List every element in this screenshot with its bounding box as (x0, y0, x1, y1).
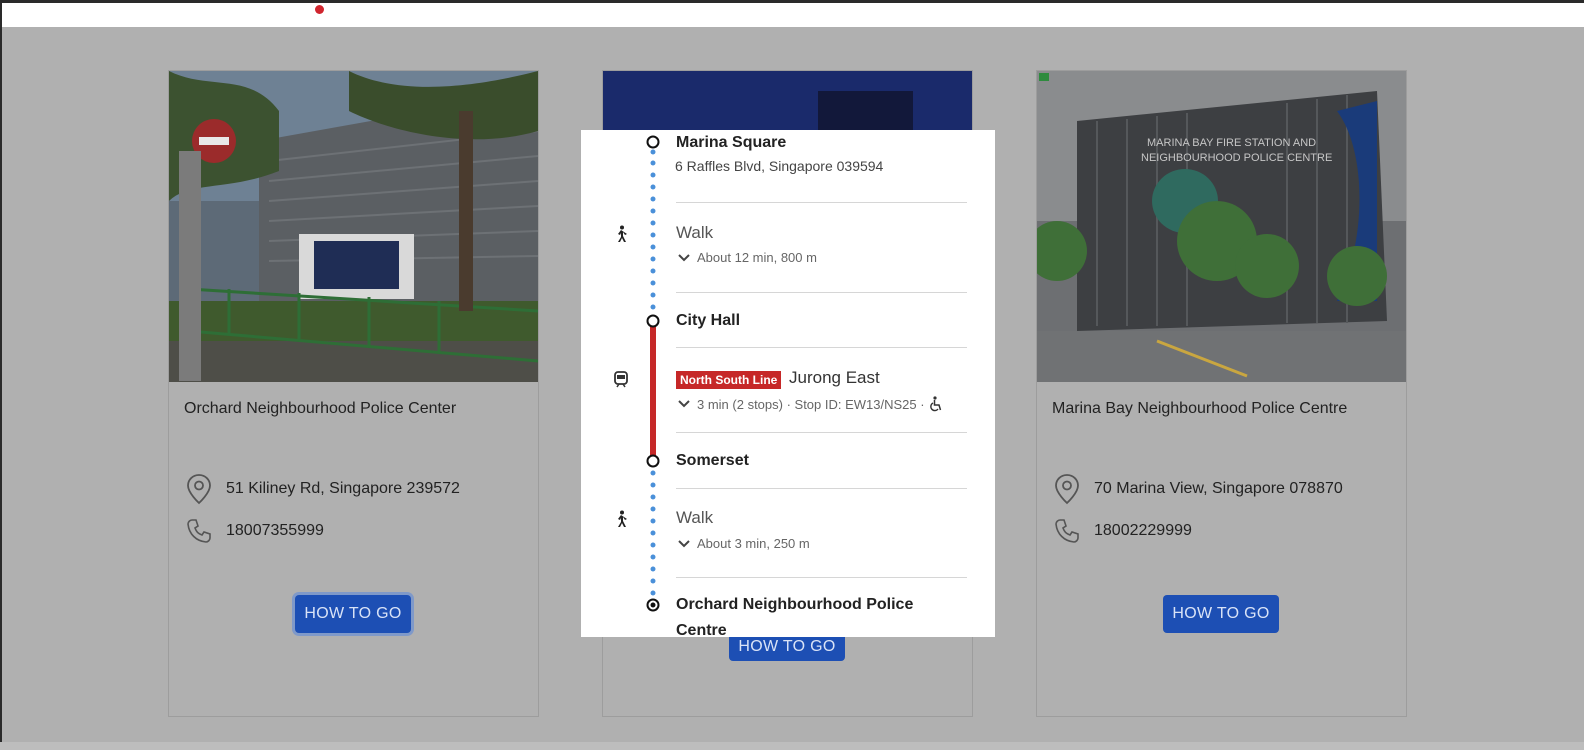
marina-bay-police-photo: MARINA BAY FIRE STATION AND NEIGHBOURHOO… (1037, 71, 1406, 382)
phone-row: 18002229999 (1054, 515, 1192, 547)
walk-detail-toggle[interactable]: About 12 min, 800 m (677, 250, 817, 265)
origin-name: Marina Square (676, 134, 787, 151)
location-pin-icon (1054, 473, 1082, 505)
phone-icon (1054, 515, 1082, 547)
address-text: 51 Kiliney Rd, Singapore 239572 (226, 480, 460, 497)
transit-detail: 3 min (2 stops) · Stop ID: EW13/NS25 · (697, 396, 925, 412)
top-bar (2, 3, 1584, 27)
walk-label: Walk (676, 508, 714, 527)
how-to-go-button[interactable]: HOW TO GO (1163, 595, 1279, 633)
how-to-go-button[interactable]: HOW TO GO (295, 595, 411, 633)
orchard-police-photo (169, 71, 538, 382)
address-text: 70 Marina View, Singapore 078870 (1094, 480, 1343, 497)
stop-name-city-hall: City Hall (676, 312, 741, 329)
transit-line-badge: North South Line (676, 371, 782, 389)
destination-marker-dot (650, 602, 656, 608)
directions-popup: Marina Square 6 Raffles Blvd, Singapore … (581, 130, 995, 637)
destination-name: Orchard Neighbourhood Police (676, 596, 914, 613)
address-row: 51 Kiliney Rd, Singapore 239572 (186, 473, 460, 505)
police-centre-card-orchard: Orchard Neighbourhood Police Center 51 K… (168, 70, 539, 717)
card-title: Marina Bay Neighbourhood Police Centre (1052, 400, 1348, 417)
phone-text[interactable]: 18007355999 (226, 522, 324, 540)
notification-dot (315, 5, 324, 14)
card-title: Orchard Neighbourhood Police Center (184, 400, 457, 417)
wheelchair-icon (929, 396, 941, 412)
chevron-down-icon (678, 253, 690, 261)
origin-address: 6 Raffles Blvd, Singapore 039594 (675, 158, 884, 174)
walk-icon (618, 510, 627, 527)
divider (676, 488, 967, 489)
phone-text[interactable]: 18002229999 (1094, 522, 1192, 540)
divider (676, 202, 967, 203)
transit-detail-toggle[interactable]: 3 min (2 stops) · Stop ID: EW13/NS25 · (677, 396, 943, 412)
phone-icon (186, 515, 214, 547)
train-icon (614, 371, 628, 388)
divider (676, 432, 967, 433)
walk-detail: About 3 min, 250 m (697, 536, 810, 551)
how-to-go-button[interactable]: HOW TO GO (729, 633, 845, 661)
divider (676, 292, 967, 293)
police-centre-card-marina-bay: MARINA BAY FIRE STATION AND NEIGHBOURHOO… (1036, 70, 1407, 717)
address-row: 70 Marina View, Singapore 078870 (1054, 473, 1343, 505)
walk-icon (618, 225, 627, 242)
walk-detail: About 12 min, 800 m (697, 250, 817, 265)
stop-marker-somerset (646, 454, 660, 468)
location-pin-icon (186, 473, 214, 505)
chevron-down-icon (678, 400, 690, 408)
route-line (646, 135, 660, 612)
building-signage: MARINA BAY FIRE STATION AND (1147, 137, 1316, 149)
chevron-down-icon (678, 539, 690, 547)
stop-marker-city-hall (646, 314, 660, 328)
bottom-edge (0, 742, 1584, 750)
destination-name-cont: Centre (676, 622, 727, 637)
building-signage-2: NEIGHBOURHOOD POLICE CENTRE (1141, 152, 1332, 164)
transit-segment (650, 326, 656, 460)
phone-row: 18007355999 (186, 515, 324, 547)
divider (676, 347, 967, 348)
transit-headsign: Jurong East (789, 368, 880, 387)
walk-detail-toggle[interactable]: About 3 min, 250 m (677, 536, 810, 551)
walk-label: Walk (676, 223, 714, 242)
divider (676, 577, 967, 578)
stop-name-somerset: Somerset (676, 452, 749, 469)
origin-marker (646, 135, 660, 149)
